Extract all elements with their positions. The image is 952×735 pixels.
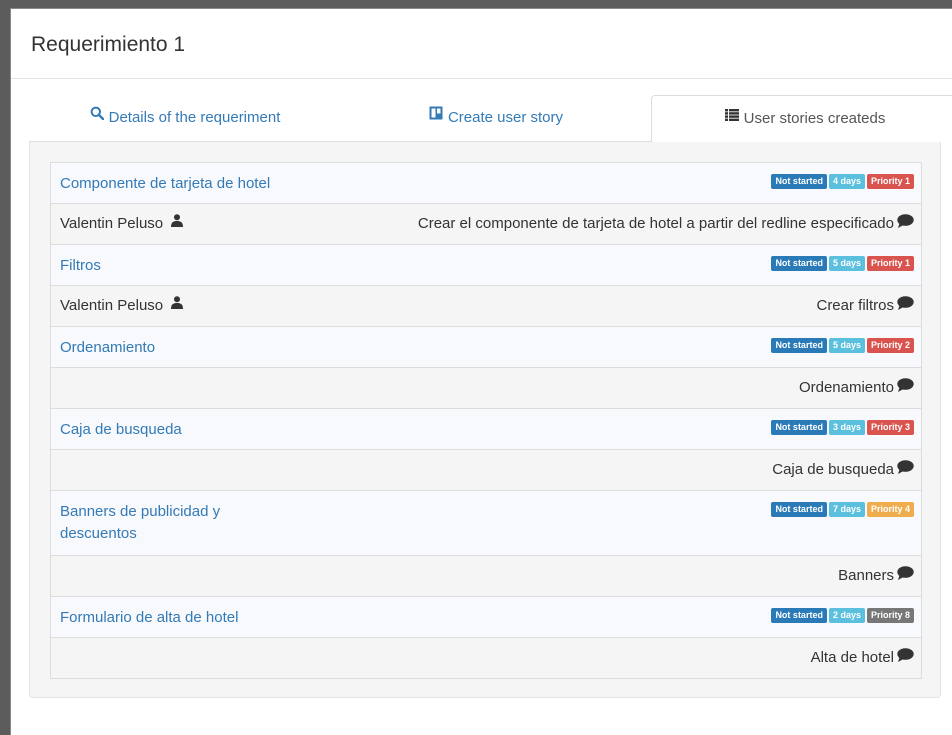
story-badges: Not started 3 days Priority 3: [771, 420, 914, 435]
story-badges: Not started 5 days Priority 1: [771, 256, 914, 271]
requirement-modal: Requerimiento 1 Details of the requerime…: [10, 8, 952, 735]
story-description: Crear el componente de tarjeta de hotel …: [417, 214, 914, 233]
story-badges: Not started 4 days Priority 1: [771, 174, 914, 189]
days-badge: 3 days: [828, 420, 865, 435]
assignee: Valentin Peluso: [60, 295, 184, 315]
modal-title: Requerimiento 1: [31, 33, 186, 56]
stories-panel: Componente de tarjeta de hotel Not start…: [29, 142, 941, 698]
comment-icon: [897, 214, 914, 232]
status-badge: Not started: [771, 502, 827, 517]
days-badge: 5 days: [828, 256, 865, 271]
story-badges: Not started 2 days Priority 8: [771, 608, 914, 623]
story-title-link[interactable]: Filtros: [60, 255, 300, 277]
assignee-name: Valentin Peluso: [60, 215, 164, 232]
story-badges: Not started 5 days Priority 2: [771, 338, 914, 353]
story-detail-row: Valentin Peluso Crear filtros: [51, 285, 921, 326]
story-detail-row: Ordenamiento: [51, 367, 921, 408]
tab-details-label: Details of the requeriment: [108, 109, 281, 126]
story-description: Ordenamiento: [798, 378, 914, 397]
comment-icon: [897, 566, 914, 584]
status-badge: Not started: [771, 608, 827, 623]
priority-badge: Priority 1: [866, 174, 914, 189]
story-detail-row: Alta de hotel: [51, 637, 921, 678]
comment-icon: [897, 460, 914, 478]
story-title-link[interactable]: Formulario de alta de hotel: [60, 607, 300, 629]
story-detail-row: Caja de busqueda: [51, 449, 921, 490]
story-description: Banners: [838, 566, 914, 585]
description-text: Alta de hotel: [810, 649, 894, 666]
days-badge: 7 days: [828, 502, 865, 517]
status-badge: Not started: [771, 174, 827, 189]
status-badge: Not started: [771, 338, 827, 353]
story-description: Alta de hotel: [810, 648, 914, 667]
story-title-link[interactable]: Ordenamiento: [60, 337, 300, 359]
tab-user-stories-label: User stories createds: [743, 110, 886, 127]
priority-badge: Priority 8: [866, 608, 914, 623]
comment-icon: [897, 378, 914, 396]
comment-icon: [897, 296, 914, 314]
story-title-row: Caja de busqueda Not started 3 days Prio…: [51, 408, 921, 449]
story-description: Caja de busqueda: [772, 460, 914, 479]
tab-details[interactable]: Details of the requeriment: [29, 95, 341, 142]
story-title-row: Filtros Not started 5 days Priority 1: [51, 244, 921, 285]
days-badge: 2 days: [828, 608, 865, 623]
description-text: Caja de busqueda: [772, 461, 894, 478]
story-description: Crear filtros: [816, 296, 914, 315]
user-icon: [171, 295, 184, 313]
priority-badge: Priority 2: [866, 338, 914, 353]
tab-bar: Details of the requeriment Create user s…: [29, 95, 952, 143]
description-text: Ordenamiento: [798, 379, 894, 396]
status-badge: Not started: [771, 256, 827, 271]
story-detail-row: Valentin Peluso Crear el componente de t…: [51, 203, 921, 244]
story-title-row: Ordenamiento Not started 5 days Priority…: [51, 326, 921, 367]
story-title-link[interactable]: Componente de tarjeta de hotel: [60, 173, 300, 195]
user-icon: [171, 213, 184, 231]
stories-list: Componente de tarjeta de hotel Not start…: [50, 162, 922, 679]
assignee: Valentin Peluso: [60, 213, 184, 233]
priority-badge: Priority 4: [866, 502, 914, 517]
tab-create-story-label: Create user story: [447, 109, 564, 126]
status-badge: Not started: [771, 420, 827, 435]
days-badge: 4 days: [828, 174, 865, 189]
priority-badge: Priority 1: [866, 256, 914, 271]
description-text: Crear el componente de tarjeta de hotel …: [417, 215, 894, 232]
tab-user-stories[interactable]: User stories createds: [651, 95, 952, 143]
priority-badge: Priority 3: [866, 420, 914, 435]
story-badges: Not started 7 days Priority 4: [771, 502, 914, 517]
days-badge: 5 days: [828, 338, 865, 353]
story-title-row: Formulario de alta de hotel Not started …: [51, 596, 921, 637]
tab-create-story[interactable]: Create user story: [341, 95, 651, 142]
story-title-link[interactable]: Banners de publicidad y descuentos: [60, 501, 300, 545]
story-title-link[interactable]: Caja de busqueda: [60, 419, 300, 441]
story-title-row: Banners de publicidad y descuentos Not s…: [51, 490, 921, 555]
description-text: Crear filtros: [816, 297, 894, 314]
list-icon: [724, 94, 739, 140]
assignee-name: Valentin Peluso: [60, 297, 164, 314]
search-icon: [90, 93, 104, 139]
story-detail-row: Banners: [51, 555, 921, 596]
comment-icon: [897, 648, 914, 666]
backdrop-edge: [0, 0, 10, 735]
story-title-row: Componente de tarjeta de hotel Not start…: [51, 163, 921, 203]
description-text: Banners: [838, 567, 894, 584]
board-icon: [429, 93, 443, 139]
modal-header: Requerimiento 1: [11, 9, 952, 79]
